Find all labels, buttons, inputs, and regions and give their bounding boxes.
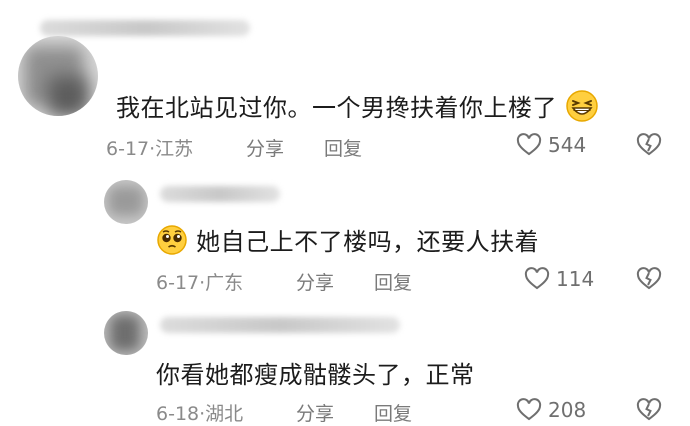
dislike-button[interactable]	[636, 398, 662, 426]
reply-button[interactable]: 回复	[324, 134, 362, 161]
reply-button[interactable]: 回复	[374, 268, 412, 295]
comment-meta: 6-17·江苏	[106, 138, 194, 160]
avatar[interactable]	[18, 36, 98, 116]
avatar[interactable]	[104, 180, 148, 224]
heart-outline-icon	[524, 267, 550, 290]
reply-button[interactable]: 回复	[374, 399, 412, 426]
username-blurred[interactable]	[160, 317, 400, 333]
broken-heart-icon	[636, 398, 662, 421]
dislike-button[interactable]	[636, 267, 662, 295]
comment-meta: 6-18·湖北	[156, 403, 244, 425]
heart-outline-icon	[516, 133, 542, 156]
share-button[interactable]: 分享	[296, 399, 334, 426]
like-button[interactable]: 208	[516, 398, 586, 422]
comment-text: 你看她都瘦成骷髅头了，正常	[156, 361, 475, 389]
like-count: 114	[556, 267, 595, 291]
heart-outline-icon	[516, 398, 542, 421]
comment-1: 我在北站见过你。一个男搀扶着你上楼了 6-17·江苏 分享 回复 544	[0, 0, 690, 180]
broken-heart-icon	[636, 133, 662, 156]
like-count: 544	[548, 133, 587, 157]
broken-heart-icon	[636, 267, 662, 290]
dislike-button[interactable]	[636, 133, 662, 161]
grinning-squint-emoji	[565, 89, 599, 129]
username-blurred[interactable]	[40, 20, 250, 36]
comment-meta: 6-17·广东	[156, 272, 244, 294]
like-count: 208	[548, 398, 587, 422]
comment-text: 我在北站见过你。一个男搀扶着你上楼了	[116, 88, 599, 129]
avatar[interactable]	[104, 311, 148, 355]
pleading-face-emoji	[156, 224, 188, 262]
share-button[interactable]: 分享	[246, 134, 284, 161]
comment-2: 她自己上不了楼吗，还要人扶着 6-17·广东 分享 回复 114	[0, 170, 690, 310]
share-button[interactable]: 分享	[296, 268, 334, 295]
like-button[interactable]: 114	[524, 267, 594, 291]
comment-3: 你看她都瘦成骷髅头了，正常 6-18·湖北 分享 回复 208	[0, 305, 690, 425]
username-blurred[interactable]	[160, 186, 280, 202]
like-button[interactable]: 544	[516, 133, 586, 157]
comment-text: 她自己上不了楼吗，还要人扶着	[156, 222, 539, 262]
